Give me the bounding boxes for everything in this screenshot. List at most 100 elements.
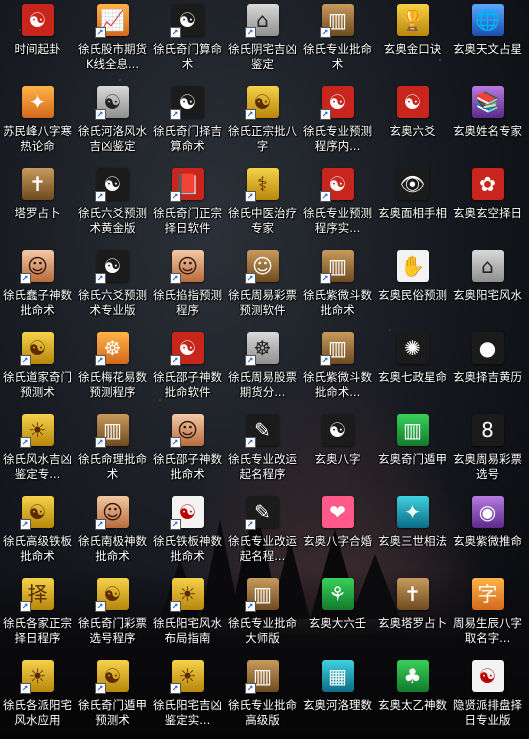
desktop-shortcut[interactable]: ✝ 塔罗占卜 xyxy=(0,164,75,246)
app-icon: 📕 ↗ xyxy=(169,168,204,202)
desktop-shortcut[interactable]: ▥ 玄奥奇门遁甲 xyxy=(375,410,450,492)
desktop-shortcut[interactable]: ✺ 玄奥七政星命 xyxy=(375,328,450,410)
desktop-shortcut[interactable]: ☀ ↗ 徐氏各派阳宅风水应用 xyxy=(0,656,75,738)
icon-label: 徐氏奇门算命术 xyxy=(153,42,222,71)
app-icon: ☯ ↗ xyxy=(319,168,354,202)
desktop-shortcut[interactable]: ☯ ↗ 徐氏正宗批八字 xyxy=(225,82,300,164)
desktop-shortcut[interactable]: ☺ ↗ 徐氏周易彩票预测软件 xyxy=(225,246,300,328)
desktop-shortcut[interactable]: ☺ ↗ 徐氏蠢子神数批命术 xyxy=(0,246,75,328)
desktop-shortcut[interactable]: ⚘ 玄奥大六壬 xyxy=(300,574,375,656)
app-icon: ❤ xyxy=(321,496,354,528)
desktop-shortcut[interactable]: ☯ 时间起卦 xyxy=(0,0,75,82)
app-icon: ☯ ↗ xyxy=(19,332,54,366)
icon-label: 徐氏六爻预测术黄金版 xyxy=(78,206,147,235)
icon-label: 玄奥六爻 xyxy=(389,124,436,138)
desktop-shortcut[interactable]: ✦ 苏民峰八字寒热论命 xyxy=(0,82,75,164)
desktop-shortcut[interactable]: 🌐 玄奥天文占星 xyxy=(450,0,525,82)
desktop-shortcut[interactable]: ▥ ↗ 徐氏紫微斗数批命术... xyxy=(300,328,375,410)
desktop-shortcut[interactable]: ☀ ↗ 徐氏阳宅吉凶鉴定实... xyxy=(150,656,225,738)
desktop-shortcut[interactable]: ⚕ ↗ 徐氏中医治疗专家 xyxy=(225,164,300,246)
desktop-shortcut[interactable]: ☯ ↗ 徐氏六爻预测术黄金版 xyxy=(75,164,150,246)
app-icon: ▥ ↗ xyxy=(319,4,354,38)
shortcut-arrow-icon: ↗ xyxy=(169,355,181,366)
desktop-shortcut[interactable]: ☯ ↗ 徐氏专业预测程序内... xyxy=(300,82,375,164)
app-icon: ☀ ↗ xyxy=(19,414,54,448)
app-icon: 🏆 xyxy=(396,4,429,36)
desktop-shortcut[interactable]: ☯ ↗ 徐氏六爻预测术专业版 xyxy=(75,246,150,328)
desktop-shortcut[interactable]: ♣ 玄奥太乙神数 xyxy=(375,656,450,738)
desktop-shortcut[interactable]: ▥ ↗ 徐氏专业批命大师版 xyxy=(225,574,300,656)
app-glyph-icon: ▦ xyxy=(328,664,347,688)
desktop-shortcut[interactable]: ☯ ↗ 徐氏专业预测程序实... xyxy=(300,164,375,246)
desktop-shortcut[interactable]: ▦ 玄奥河洛理数 xyxy=(300,656,375,738)
desktop-shortcut[interactable]: ☺ ↗ 徐氏掐指预测程序 xyxy=(150,246,225,328)
desktop-shortcut[interactable]: ☯ ↗ 徐氏邵子神数批命软件 xyxy=(150,328,225,410)
app-icon: ☯ ↗ xyxy=(94,168,129,202)
desktop-shortcut[interactable]: ✎ ↗ 徐氏专业改运起名程序 xyxy=(225,410,300,492)
desktop-shortcut[interactable]: ☯ 玄奥六爻 xyxy=(375,82,450,164)
app-glyph-icon: ▥ xyxy=(403,418,422,442)
desktop-shortcut[interactable]: 字周易生辰八字取名字... xyxy=(450,574,525,656)
desktop-shortcut[interactable]: ☯ ↗ 徐氏道家奇门预测术 xyxy=(0,328,75,410)
desktop-shortcut[interactable]: 📚 玄奥姓名专家 xyxy=(450,82,525,164)
desktop-shortcut[interactable]: ✋ 玄奥民俗预测 xyxy=(375,246,450,328)
desktop-shortcut[interactable]: ☯ 玄奥八字 xyxy=(300,410,375,492)
icon-label: 徐氏奇门遁甲预测术 xyxy=(78,698,147,727)
app-glyph-icon: ✝ xyxy=(29,172,46,196)
desktop-shortcut[interactable]: ● 玄奥择吉黄历 xyxy=(450,328,525,410)
desktop-shortcut[interactable]: 择 ↗ 徐氏各家正宗择日程序 xyxy=(0,574,75,656)
desktop-shortcut[interactable]: ▥ ↗ 徐氏专业批命术 xyxy=(300,0,375,82)
desktop-shortcut[interactable]: ☯ ↗ 徐氏奇门彩票选号程序 xyxy=(75,574,150,656)
desktop-shortcut[interactable]: ☯ ↗ 徐氏奇门遁甲预测术 xyxy=(75,656,150,738)
desktop-shortcut[interactable]: ☯ ↗ 徐氏奇门算命术 xyxy=(150,0,225,82)
desktop-shortcut[interactable]: 🏆 玄奥金口诀 xyxy=(375,0,450,82)
shortcut-arrow-icon: ↗ xyxy=(94,355,106,366)
desktop-shortcut[interactable]: ▥ ↗ 徐氏紫微斗数批命术 xyxy=(300,246,375,328)
desktop-shortcut[interactable]: 📈 ↗ 徐氏股市期货K线全息... xyxy=(75,0,150,82)
desktop-shortcut[interactable]: ☀ ↗ 徐氏阳宅风水布局指南 xyxy=(150,574,225,656)
app-glyph-icon: ☯ xyxy=(103,172,122,196)
app-glyph-icon: ☯ xyxy=(28,336,47,360)
desktop-shortcut[interactable]: ⌂ ↗ 徐氏阴宅吉凶鉴定 xyxy=(225,0,300,82)
desktop-shortcut[interactable]: 👁 玄奥面相手相 xyxy=(375,164,450,246)
icon-label: 玄奥民俗预测 xyxy=(378,288,447,302)
shortcut-arrow-icon: ↗ xyxy=(19,601,31,612)
app-icon: ✎ ↗ xyxy=(244,414,279,448)
app-icon: ✋ xyxy=(396,250,429,282)
icon-label: 徐氏紫微斗数批命术 xyxy=(303,288,372,317)
icon-label: 徐氏阳宅风水布局指南 xyxy=(153,616,222,645)
desktop-shortcut[interactable]: ☀ ↗ 徐氏风水吉凶鉴定专... xyxy=(0,410,75,492)
desktop-shortcut[interactable]: ✝ 玄奥塔罗占卜 xyxy=(375,574,450,656)
app-glyph-icon: ☯ xyxy=(253,90,272,114)
desktop-shortcut[interactable]: ◉ 玄奥紫微推命 xyxy=(450,492,525,574)
desktop-shortcut[interactable]: ☯ ↗ 徐氏奇门择吉算命术 xyxy=(150,82,225,164)
icon-label: 徐氏六爻预测术专业版 xyxy=(78,288,147,317)
shortcut-arrow-icon: ↗ xyxy=(244,191,256,202)
app-icon: ☀ ↗ xyxy=(169,578,204,612)
desktop-shortcut[interactable]: ☸ ↗ 徐氏梅花易数预测程序 xyxy=(75,328,150,410)
app-icon: 📈 ↗ xyxy=(94,4,129,38)
desktop-shortcut[interactable]: ▥ ↗ 徐氏专业批命高级版 xyxy=(225,656,300,738)
desktop-shortcut[interactable]: 8 玄奥周易彩票选号 xyxy=(450,410,525,492)
desktop-shortcut[interactable]: ❤ 玄奥八字合婚 xyxy=(300,492,375,574)
desktop-shortcut[interactable]: ✎ ↗ 徐氏专业改运起名程... xyxy=(225,492,300,574)
app-icon: ✝ xyxy=(396,578,429,610)
desktop-shortcut[interactable]: ✦ 玄奥三世相法 xyxy=(375,492,450,574)
desktop-shortcut[interactable]: ⌂ 玄奥阳宅风水 xyxy=(450,246,525,328)
desktop-shortcut[interactable]: ☯ ↗ 徐氏河洛风水吉凶鉴定 xyxy=(75,82,150,164)
icon-label: 徐氏命理批命术 xyxy=(78,452,147,481)
desktop-shortcut[interactable]: ☺ ↗ 徐氏南极神数批命术 xyxy=(75,492,150,574)
desktop-shortcut[interactable]: ☯ 隐贤派排盘择日专业版 xyxy=(450,656,525,738)
desktop-shortcut[interactable]: ☯ ↗ 徐氏高级铁板批命术 xyxy=(0,492,75,574)
desktop-shortcut[interactable]: ✿ 玄奥玄空择日 xyxy=(450,164,525,246)
app-icon: ♣ xyxy=(396,660,429,692)
app-glyph-icon: 🏆 xyxy=(400,8,425,32)
icon-label: 玄奥玄空择日 xyxy=(453,206,522,220)
desktop-shortcut[interactable]: ☯ ↗ 徐氏铁板神数批命术 xyxy=(150,492,225,574)
desktop-shortcut[interactable]: 📕 ↗ 徐氏奇门正宗择日软件 xyxy=(150,164,225,246)
desktop-shortcut[interactable]: ☸ ↗ 徐氏周易股票期货分... xyxy=(225,328,300,410)
icon-label: 徐氏蠢子神数批命术 xyxy=(3,288,72,317)
app-glyph-icon: ⌂ xyxy=(481,254,494,278)
desktop-shortcut[interactable]: ☺ ↗ 徐氏邵子神数批命术 xyxy=(150,410,225,492)
desktop-shortcut[interactable]: ▥ ↗ 徐氏命理批命术 xyxy=(75,410,150,492)
